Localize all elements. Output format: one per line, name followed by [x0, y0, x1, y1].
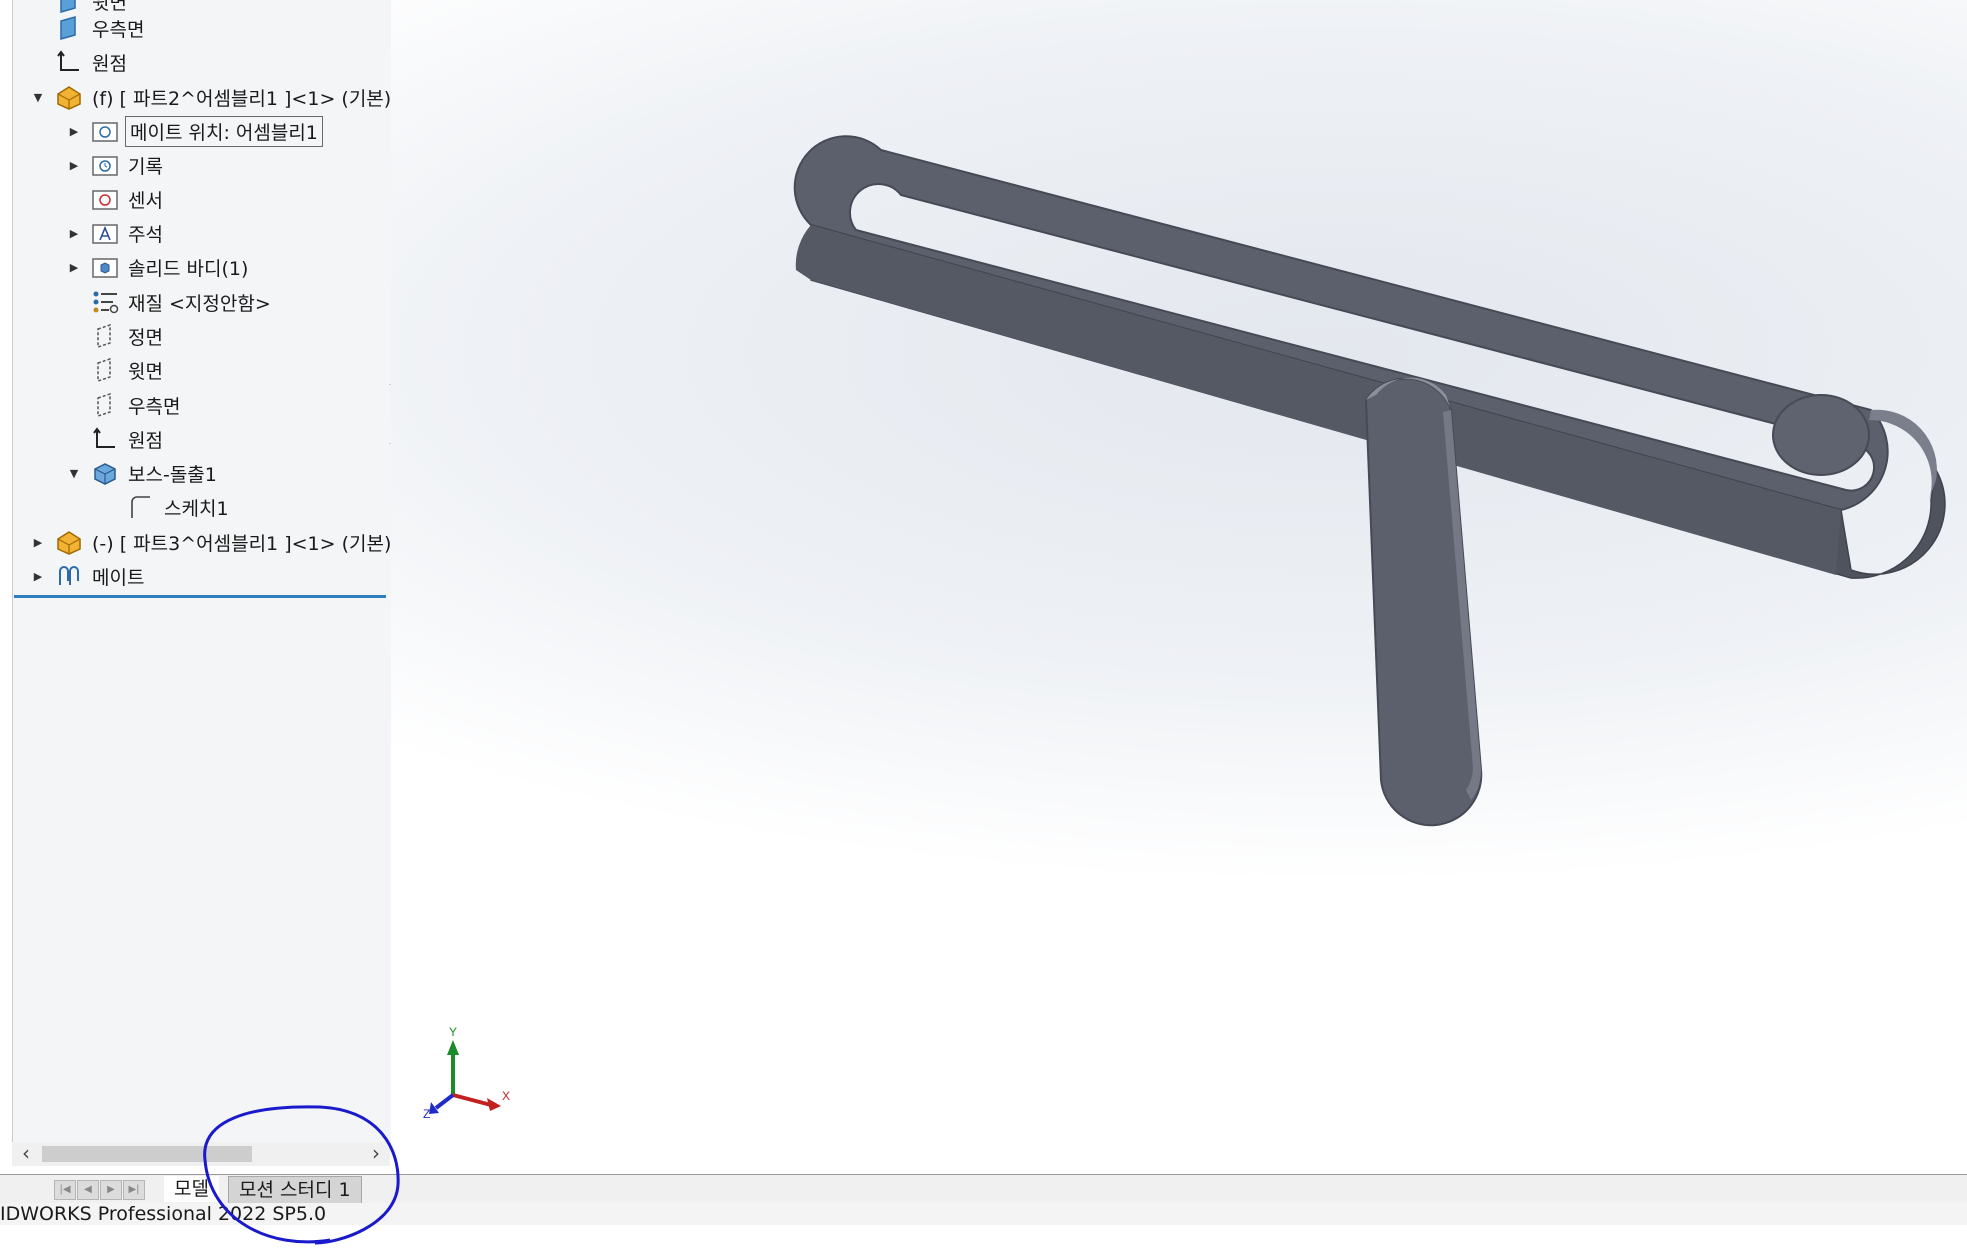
- tab-prev-button[interactable]: ◀: [77, 1180, 99, 1200]
- tree-item[interactable]: ▶ 메이트 위치: 어셈블리1: [65, 115, 323, 147]
- tree-item[interactable]: ▼ (f) [ 파트2^어셈블리1 ]<1> (기본): [29, 82, 394, 112]
- scroll-right-button[interactable]: ›: [364, 1142, 388, 1166]
- tree-item-label: 주석: [128, 223, 163, 246]
- triad-y-label: Y: [449, 1025, 457, 1039]
- tree-item[interactable]: ▶정면: [65, 321, 166, 351]
- tree-item-label: 우측면: [128, 395, 181, 418]
- scroll-left-button[interactable]: ‹: [14, 1142, 38, 1166]
- expand-arrow-right-icon[interactable]: ▶: [29, 567, 47, 585]
- plane-outline-icon: [91, 356, 119, 384]
- window-bottom-edge: [0, 1225, 1967, 1249]
- status-text: IDWORKS Professional 2022 SP5.0: [0, 1203, 327, 1225]
- status-bar: IDWORKS Professional 2022 SP5.0: [0, 1203, 1967, 1225]
- tree-item-label: 메이트 위치: 어셈블리1: [125, 115, 323, 147]
- mate-folder-icon: [91, 117, 119, 145]
- tree-item-label: 솔리드 바디(1): [128, 257, 249, 280]
- tree-item[interactable]: ▶센서: [65, 184, 166, 214]
- material-icon: [91, 288, 119, 316]
- tree-item[interactable]: ▶윗면: [65, 355, 166, 385]
- feature-manager-tree: ▶윗면▶우측면▶원점▼(f) [ 파트2^어셈블리1 ]<1> (기본)▶메이트…: [12, 0, 392, 1148]
- tree-item-label: 기록: [128, 155, 163, 178]
- expand-arrow-down-icon[interactable]: ▼: [29, 88, 47, 106]
- tree-item[interactable]: ▶ 솔리드 바디(1): [65, 252, 251, 282]
- plane-outline-icon: [91, 322, 119, 350]
- triad-z-label: Z: [423, 1107, 430, 1121]
- assembly-model[interactable]: Y X Z: [391, 0, 1967, 1176]
- extrude-icon: [91, 459, 119, 487]
- part-icon: [55, 83, 83, 111]
- coordinate-triad: Y X Z: [423, 1025, 510, 1121]
- tab-next-button[interactable]: ▶: [100, 1180, 122, 1200]
- expand-arrow-right-icon[interactable]: ▶: [65, 156, 83, 174]
- tree-item[interactable]: ▶ 기록: [65, 150, 166, 180]
- tab-model[interactable]: 모델: [164, 1176, 219, 1202]
- triad-x-label: X: [502, 1089, 510, 1103]
- history-folder-icon: [91, 151, 119, 179]
- expand-arrow-right-icon[interactable]: ▶: [29, 533, 47, 551]
- origin-icon: [55, 48, 83, 76]
- tree-item[interactable]: ▶원점: [65, 424, 166, 454]
- tree-item[interactable]: ▶우측면: [65, 390, 183, 420]
- tree-item[interactable]: ▶ 주석: [65, 218, 166, 248]
- annotation-folder-icon: [91, 219, 119, 247]
- tree-item-label: 보스-돌출1: [128, 463, 217, 486]
- connecting-pin[interactable]: [1772, 394, 1870, 476]
- tree-item-label: 우측면: [92, 18, 145, 41]
- tree-item-label: 재질 <지정안함>: [128, 292, 271, 315]
- sensor-folder-icon: [91, 185, 119, 213]
- tree-item[interactable]: ▼ 보스-돌출1: [65, 458, 220, 488]
- expand-arrow-right-icon[interactable]: ▶: [65, 122, 83, 140]
- tree-item[interactable]: ▶스케치1: [101, 492, 232, 522]
- tree-item-label: 메이트: [92, 566, 145, 589]
- tab-last-button[interactable]: ▶|: [123, 1180, 145, 1200]
- tree-end-marker: [14, 595, 386, 598]
- tree-item-label: (f) [ 파트2^어셈블리1 ]<1> (기본): [92, 87, 392, 110]
- tab-first-button[interactable]: |◀: [54, 1180, 76, 1200]
- tree-item-label: 윗면: [128, 360, 163, 383]
- part-icon: [55, 528, 83, 556]
- plane-outline-icon: [91, 391, 119, 419]
- slotted-link-top[interactable]: [793, 135, 1889, 512]
- tree-item-label: 스케치1: [164, 497, 229, 520]
- tree-item-label: 원점: [128, 429, 163, 452]
- tree-item[interactable]: ▶ 메이트: [29, 561, 147, 591]
- tab-motion-study-1[interactable]: 모션 스터디 1: [228, 1176, 362, 1204]
- tree-item-label: (-) [ 파트3^어셈블리1 ]<1> (기본): [92, 532, 392, 555]
- tree-horizontal-scrollbar[interactable]: ‹ ›: [12, 1142, 390, 1166]
- model-tab-bar: |◀ ◀ ▶ ▶| 모델 모션 스터디 1: [0, 1174, 1967, 1204]
- tree-item[interactable]: ▶우측면: [29, 13, 147, 43]
- expand-arrow-right-icon[interactable]: ▶: [65, 258, 83, 276]
- tree-item-label: 정면: [128, 326, 163, 349]
- tree-item[interactable]: ▶원점: [29, 47, 130, 77]
- tree-item-label: 원점: [92, 52, 127, 75]
- plane-icon: [55, 14, 83, 42]
- sketch-icon: [127, 493, 155, 521]
- tree-item[interactable]: ▶재질 <지정안함>: [65, 287, 274, 317]
- scroll-thumb[interactable]: [42, 1146, 252, 1162]
- expand-arrow-down-icon[interactable]: ▼: [65, 464, 83, 482]
- tree-item-label: 센서: [128, 189, 163, 212]
- solid-body-folder-icon: [91, 253, 119, 281]
- mates-icon: [55, 562, 83, 590]
- tree-item[interactable]: ▶ (-) [ 파트3^어셈블리1 ]<1> (기본): [29, 527, 394, 557]
- origin-icon: [91, 425, 119, 453]
- graphics-viewport[interactable]: Y X Z: [391, 0, 1967, 1176]
- expand-arrow-right-icon[interactable]: ▶: [65, 224, 83, 242]
